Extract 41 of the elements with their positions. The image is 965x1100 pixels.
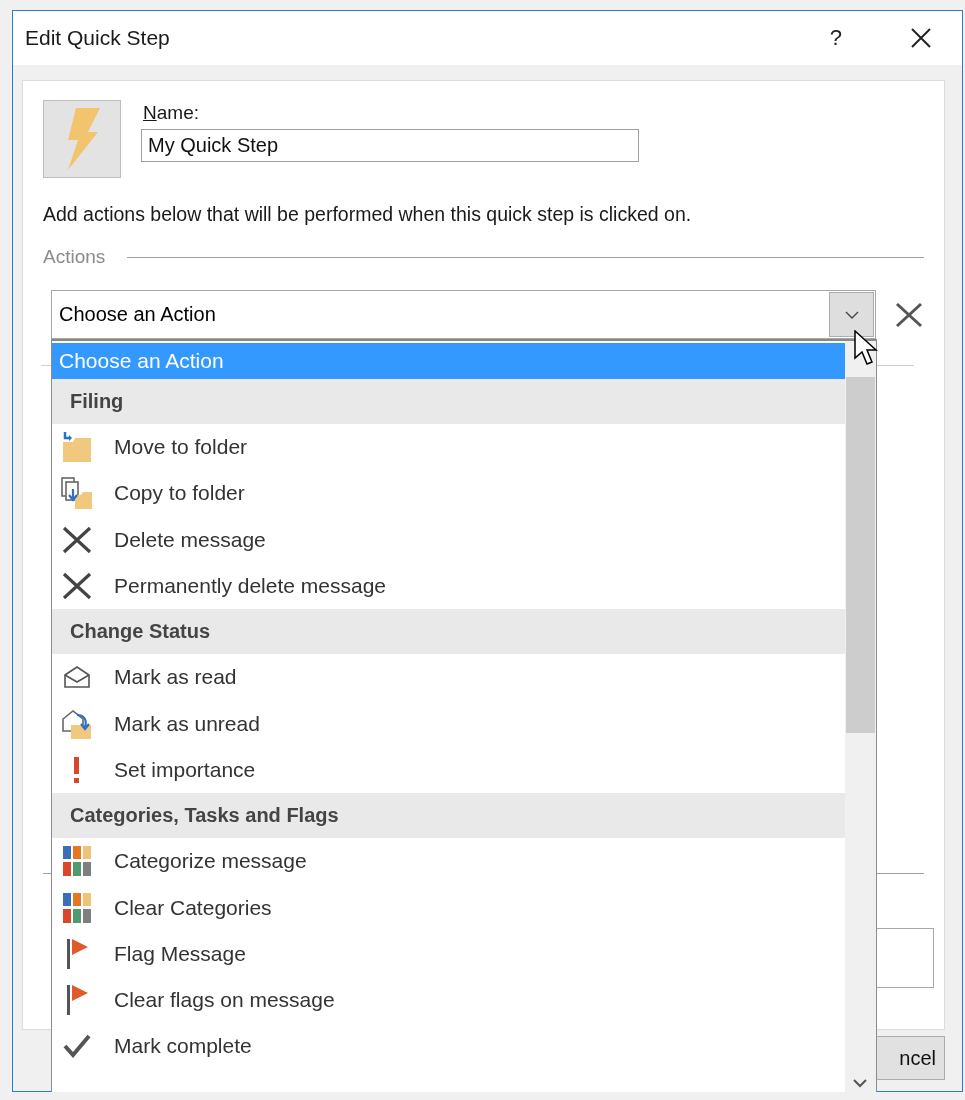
help-button[interactable]: ? xyxy=(829,25,842,51)
folder-arrow-icon xyxy=(61,432,93,463)
group-header: Categories, Tasks and Flags xyxy=(52,793,845,839)
dropdown-option[interactable]: Move to folder xyxy=(52,424,845,471)
name-label: Name: xyxy=(143,102,200,124)
delete-icon[interactable] xyxy=(895,301,923,328)
action-dropdown[interactable]: Choose an Action xyxy=(51,290,876,339)
dropdown-option[interactable]: Flag Message xyxy=(52,930,845,977)
exclamation-icon xyxy=(73,756,81,783)
dropdown-option[interactable]: Clear flags on message xyxy=(52,976,845,1024)
copy-folder-icon xyxy=(61,477,93,510)
dropdown-option[interactable]: Mark as unread xyxy=(52,700,845,747)
window-title: Edit Quick Step xyxy=(25,26,171,50)
chevron-down-icon xyxy=(844,310,859,319)
scrollbar-thumb[interactable] xyxy=(846,377,875,733)
x-mark-icon xyxy=(62,525,92,554)
color-grid-icon xyxy=(62,892,92,923)
dropdown-option[interactable]: Clear Categories xyxy=(52,884,845,931)
dropdown-option[interactable]: Mark as read xyxy=(52,654,845,701)
open-envelope-icon xyxy=(63,665,91,690)
dropdown-option[interactable]: Permanently delete message xyxy=(52,562,845,610)
group-header: Filing xyxy=(52,379,845,424)
dropdown-option[interactable]: Mark complete xyxy=(52,1023,845,1070)
lightning-icon[interactable] xyxy=(43,100,121,178)
dropdown-option[interactable]: Copy to folder xyxy=(52,470,845,517)
dropdown-option[interactable]: Categorize message xyxy=(52,838,845,885)
scroll-down-icon[interactable] xyxy=(853,1079,867,1088)
dropdown-option[interactable]: Delete message xyxy=(52,516,845,563)
name-field[interactable]: My Quick Step xyxy=(141,129,639,162)
color-grid-icon xyxy=(62,846,92,877)
flag-icon xyxy=(64,938,90,969)
checkmark-icon xyxy=(63,1034,91,1059)
instructions-text: Add actions below that will be performed when this quick step is clicked on. xyxy=(43,203,693,226)
group-header: Change Status xyxy=(52,609,845,655)
dropdown-option[interactable]: Set importance xyxy=(52,746,845,794)
x-mark-icon xyxy=(62,572,92,601)
close-icon[interactable] xyxy=(910,27,932,49)
scrollbar[interactable] xyxy=(845,341,876,1092)
section-heading: Actions xyxy=(43,246,106,268)
envelope-arrow-icon xyxy=(61,708,93,739)
flag-icon xyxy=(64,985,90,1016)
